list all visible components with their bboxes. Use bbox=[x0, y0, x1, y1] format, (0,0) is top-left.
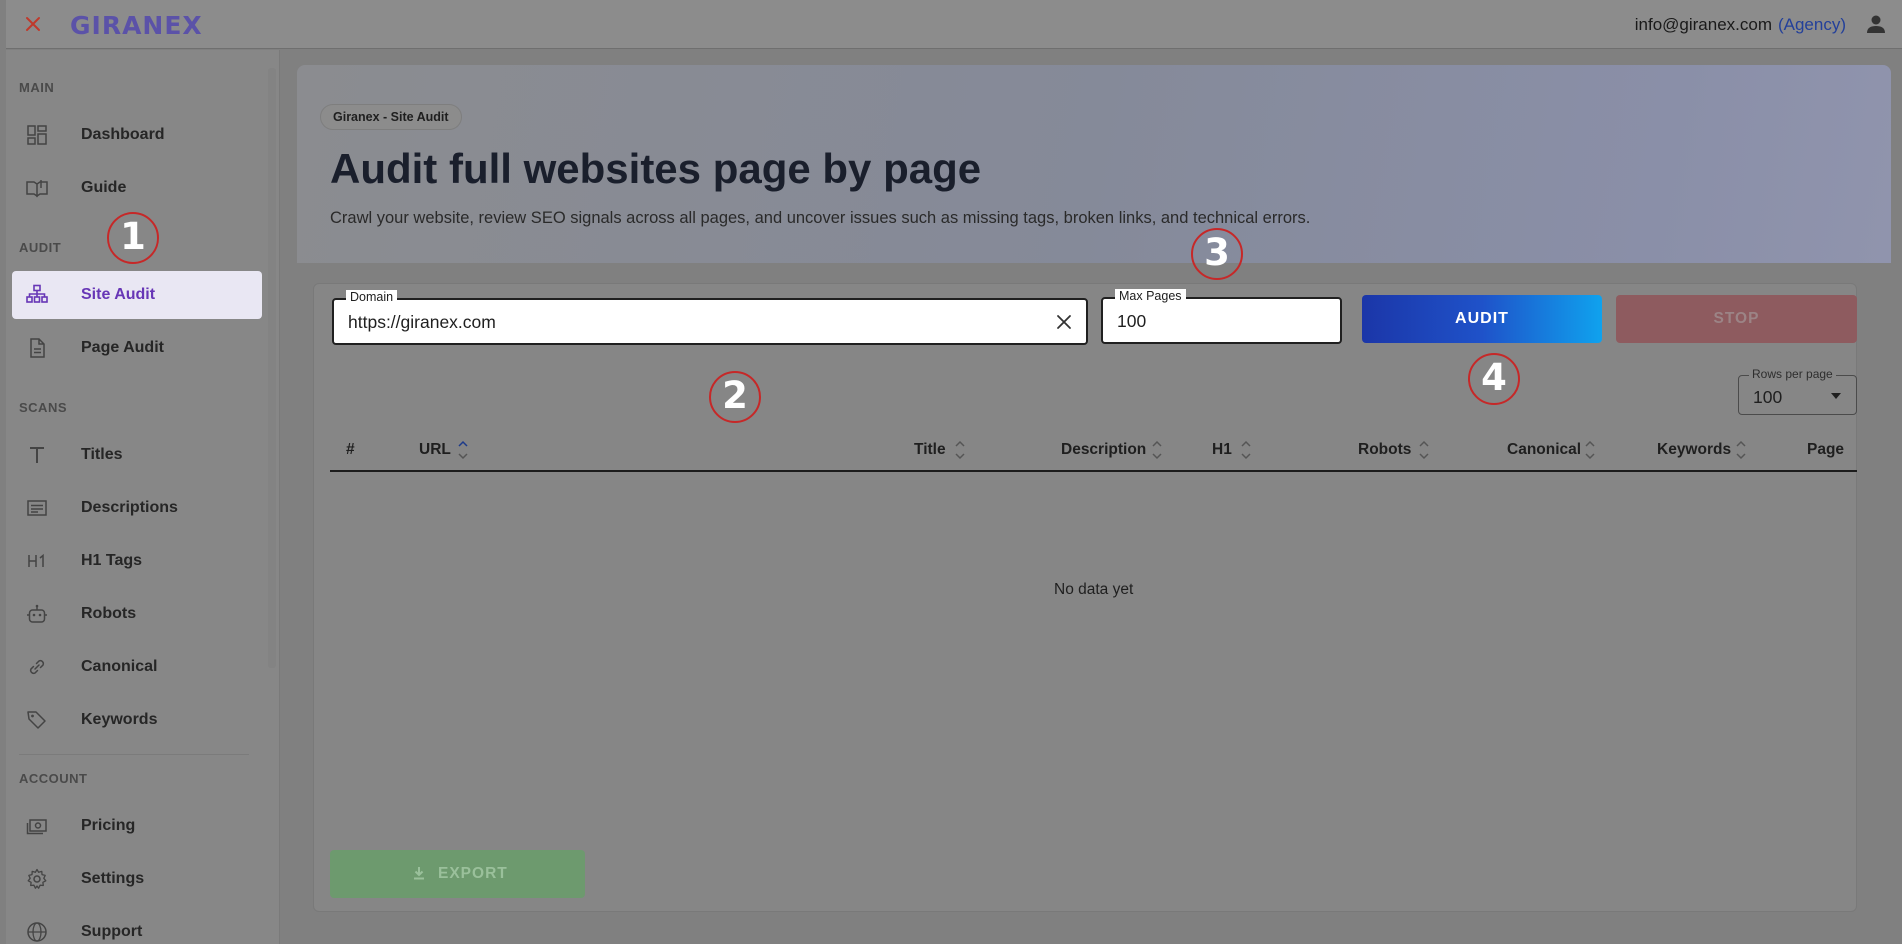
sidebar-item-support[interactable]: Support bbox=[12, 908, 262, 944]
sort-icon[interactable] bbox=[1418, 437, 1430, 463]
annotation-marker-4: 4 bbox=[1468, 353, 1520, 405]
rows-per-page-label: Rows per page bbox=[1749, 367, 1836, 381]
globe-icon bbox=[27, 922, 47, 942]
page-subtitle: Crawl your website, review SEO signals a… bbox=[330, 209, 1311, 227]
domain-label: Domain bbox=[346, 290, 398, 304]
column-header-url[interactable]: URL bbox=[419, 441, 451, 459]
title-icon bbox=[30, 447, 44, 463]
column-header-h1[interactable]: H1 bbox=[1212, 441, 1232, 459]
annotation-marker-2: 2 bbox=[709, 371, 761, 423]
annotation-marker-1: 1 bbox=[107, 212, 159, 264]
audit-button[interactable]: AUDIT bbox=[1362, 295, 1602, 343]
user-role: (Agency) bbox=[1777, 15, 1846, 34]
column-header-description[interactable]: Description bbox=[1061, 441, 1146, 459]
sidebar-item-label: Pricing bbox=[81, 817, 136, 834]
sidebar-divider bbox=[19, 754, 249, 755]
sidebar-item-dashboard[interactable]: Dashboard bbox=[12, 111, 262, 159]
sort-icon[interactable] bbox=[457, 437, 469, 463]
sidebar-item-label: Guide bbox=[81, 179, 127, 196]
sort-icon[interactable] bbox=[1240, 437, 1252, 463]
rows-per-page-value: 100 bbox=[1753, 387, 1783, 407]
sidebar-item-label: Keywords bbox=[81, 711, 158, 728]
empty-table-message: No data yet bbox=[1054, 581, 1134, 598]
user-email: info@giranex.com bbox=[1634, 15, 1772, 34]
book-icon bbox=[26, 180, 48, 198]
description-icon bbox=[27, 500, 47, 516]
sitemap-icon bbox=[26, 284, 48, 303]
dashboard-icon bbox=[27, 125, 47, 145]
sidebar-item-label: H1 Tags bbox=[81, 552, 143, 569]
download-icon bbox=[414, 867, 424, 880]
sidebar-item-page-audit[interactable]: Page Audit bbox=[12, 324, 262, 372]
breadcrumb-chip: Giranex - Site Audit bbox=[320, 104, 462, 130]
document-icon bbox=[30, 338, 45, 358]
h1-icon bbox=[28, 553, 44, 567]
export-label: EXPORT bbox=[438, 865, 508, 882]
domain-input[interactable]: https://giranex.com bbox=[348, 312, 496, 333]
max-pages-input[interactable]: 100 bbox=[1117, 311, 1146, 332]
column-header-keywords[interactable]: Keywords bbox=[1657, 441, 1731, 459]
rows-per-page-select[interactable]: Rows per page 100 bbox=[1738, 367, 1857, 415]
sidebar-item-label: Support bbox=[81, 923, 143, 940]
export-button[interactable]: EXPORT bbox=[330, 850, 585, 898]
max-pages-field[interactable]: Max Pages 100 bbox=[1101, 289, 1342, 344]
max-pages-label: Max Pages bbox=[1115, 289, 1186, 303]
sidebar-item-label: Descriptions bbox=[81, 499, 178, 516]
domain-field[interactable]: Domain https://giranex.com bbox=[332, 290, 1088, 345]
robot-icon bbox=[27, 604, 47, 623]
sidebar-scrollbar[interactable] bbox=[268, 68, 276, 668]
sidebar-item-settings[interactable]: Settings bbox=[12, 855, 262, 903]
sidebar-item-pricing[interactable]: Pricing bbox=[12, 802, 262, 850]
sidebar-item-guide[interactable]: Guide bbox=[12, 164, 262, 212]
sidebar-item-robots[interactable]: Robots bbox=[12, 590, 262, 638]
column-header-page[interactable]: Page bbox=[1807, 441, 1844, 459]
column-header-title[interactable]: Title bbox=[914, 441, 946, 459]
sidebar-item-descriptions[interactable]: Descriptions bbox=[12, 484, 262, 532]
top-bar: GIRANEX info@giranex.com (Agency) bbox=[6, 0, 1902, 49]
gear-icon bbox=[27, 868, 47, 889]
column-header-robots[interactable]: Robots bbox=[1358, 441, 1411, 459]
sort-icon[interactable] bbox=[1584, 437, 1596, 463]
close-icon[interactable] bbox=[22, 13, 44, 35]
sidebar-section-main: MAIN bbox=[19, 80, 55, 95]
money-icon bbox=[26, 819, 47, 835]
sidebar: MAIN Dashboard Guide AUDIT Site Audit Pa… bbox=[6, 50, 280, 944]
table-header-divider bbox=[330, 470, 1857, 472]
page-title: Audit full websites page by page bbox=[330, 145, 982, 192]
user-icon[interactable] bbox=[1864, 12, 1888, 36]
stop-button[interactable]: STOP bbox=[1616, 295, 1857, 343]
sidebar-item-label: Page Audit bbox=[81, 339, 164, 356]
column-header-index: # bbox=[346, 441, 355, 458]
chevron-down-icon bbox=[1831, 393, 1841, 399]
sidebar-item-label: Canonical bbox=[81, 658, 158, 675]
sidebar-section-scans: SCANS bbox=[19, 400, 68, 415]
brand-logo[interactable]: GIRANEX bbox=[70, 11, 203, 40]
sidebar-item-label: Titles bbox=[81, 446, 123, 463]
sidebar-item-label: Robots bbox=[81, 605, 137, 622]
sidebar-item-label: Settings bbox=[81, 870, 145, 887]
link-icon bbox=[29, 659, 45, 675]
clear-icon[interactable] bbox=[1054, 312, 1074, 332]
sort-icon[interactable] bbox=[1151, 437, 1163, 463]
sort-icon[interactable] bbox=[1735, 437, 1747, 463]
tag-icon bbox=[27, 711, 46, 729]
annotation-marker-3: 3 bbox=[1191, 228, 1243, 280]
sidebar-section-audit: AUDIT bbox=[19, 240, 62, 255]
sort-icon[interactable] bbox=[954, 437, 966, 463]
sidebar-item-label: Dashboard bbox=[81, 126, 165, 143]
sidebar-item-keywords[interactable]: Keywords bbox=[12, 696, 262, 744]
sidebar-item-h1-tags[interactable]: H1 Tags bbox=[12, 537, 262, 585]
sidebar-item-label: Site Audit bbox=[81, 286, 156, 303]
sidebar-item-site-audit[interactable]: Site Audit bbox=[12, 271, 262, 319]
sidebar-section-account: ACCOUNT bbox=[19, 771, 88, 786]
sidebar-item-titles[interactable]: Titles bbox=[12, 431, 262, 479]
sidebar-item-canonical[interactable]: Canonical bbox=[12, 643, 262, 691]
column-header-canonical[interactable]: Canonical bbox=[1507, 441, 1581, 459]
